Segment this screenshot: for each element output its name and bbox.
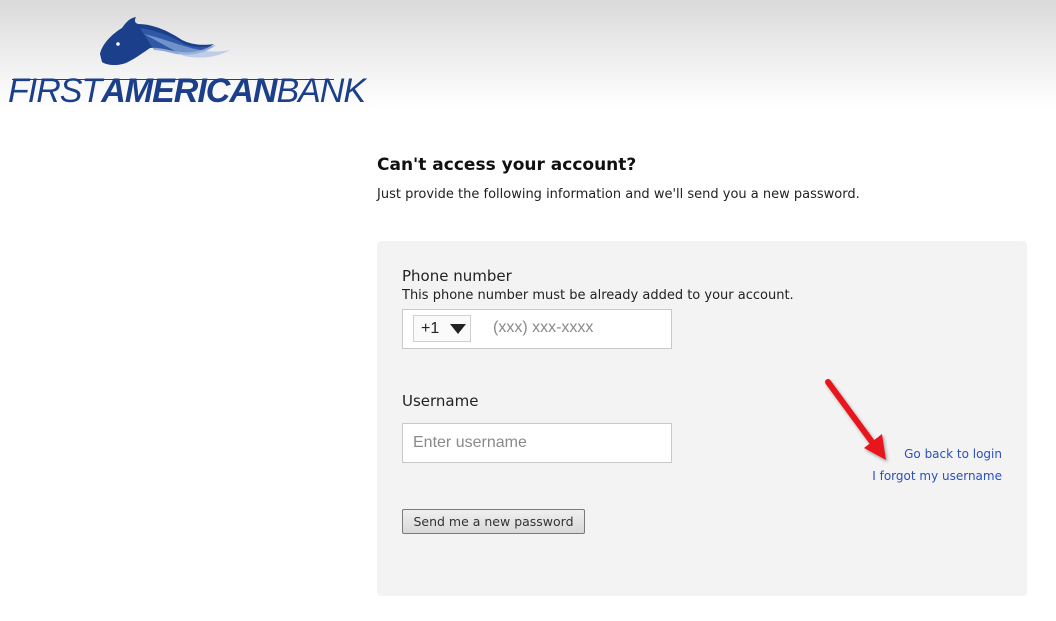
bank-logo[interactable]: FIRSTAMERICANBANK [4,14,366,108]
horse-head-icon [100,17,230,65]
go-back-to-login-link[interactable]: Go back to login [904,447,1002,461]
phone-input[interactable] [483,314,683,342]
phone-label: Phone number [402,267,512,285]
logo-word-first: FIRST [8,72,102,110]
username-input[interactable] [402,423,672,463]
forgot-username-link[interactable]: I forgot my username [872,469,1002,483]
chevron-down-icon [450,324,466,334]
page-title: Can't access your account? [377,155,637,175]
send-new-password-button[interactable]: Send me a new password [402,509,585,534]
recovery-form-panel: Phone number This phone number must be a… [377,241,1027,596]
username-label: Username [402,392,479,410]
phone-field-group: +1 [402,309,683,349]
country-code-value: +1 [421,320,440,337]
country-code-dropdown[interactable]: +1 [413,315,471,342]
phone-helper-text: This phone number must be already added … [402,288,794,303]
page-subtitle: Just provide the following information a… [377,187,860,202]
logo-word-bank: BANK [276,72,366,110]
logo-word-american: AMERICAN [101,72,277,110]
bank-name-wordmark: FIRSTAMERICANBANK [8,72,366,110]
